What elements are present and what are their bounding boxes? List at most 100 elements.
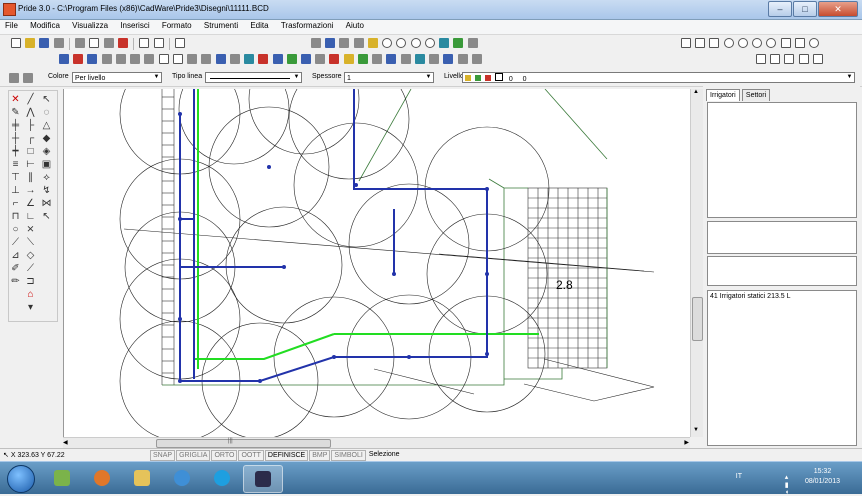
circle3-icon[interactable] — [752, 38, 763, 48]
open-folder-icon[interactable] — [25, 38, 36, 48]
join-icon[interactable]: ⊓ — [10, 211, 21, 222]
delete-icon[interactable]: ✕ — [10, 94, 21, 105]
pipe-icon[interactable] — [187, 54, 198, 64]
erase-icon[interactable]: ✎ — [10, 107, 21, 118]
scroll-left-icon[interactable]: ◀ — [63, 439, 68, 446]
taskbar-app-explorer[interactable] — [123, 465, 161, 491]
drawing-canvas[interactable]: 2.8 — [63, 89, 691, 437]
menu-edita[interactable]: Edita — [245, 20, 273, 31]
horizontal-scroll-thumb[interactable] — [156, 439, 331, 448]
pen-icon[interactable] — [367, 38, 378, 48]
triangle-icon[interactable]: △ — [41, 120, 52, 131]
taskbar-app-pride[interactable] — [243, 465, 283, 493]
thickness-select[interactable]: 1 ▼ — [344, 72, 434, 83]
clock[interactable]: 15:32 08/01/2013 — [805, 467, 840, 487]
extend-icon[interactable]: ┿ — [10, 146, 21, 157]
menu-inserisci[interactable]: Inserisci — [115, 20, 154, 31]
save-icon[interactable] — [39, 38, 50, 48]
zoom-in-icon[interactable] — [382, 38, 393, 48]
parallel-icon[interactable]: ∥ — [25, 172, 36, 183]
properties-box[interactable] — [707, 221, 857, 254]
flag-bmp[interactable]: BMP — [309, 450, 331, 461]
menu-aiuto[interactable]: Aiuto — [341, 20, 369, 31]
diag-icon[interactable]: ⟋ — [10, 237, 21, 248]
hydrant-icon[interactable] — [315, 54, 326, 64]
stop-icon[interactable] — [329, 54, 340, 64]
arrow-line-icon[interactable]: → — [25, 185, 36, 196]
circle5-icon[interactable] — [809, 38, 820, 48]
print-icon[interactable] — [75, 38, 86, 48]
corner-icon[interactable]: ┌ — [25, 133, 36, 144]
options-icon[interactable] — [467, 38, 478, 48]
scroll-up-icon[interactable]: ▲ — [693, 89, 699, 95]
pointer-icon[interactable] — [175, 38, 186, 48]
zoom-prev-icon[interactable] — [410, 38, 421, 48]
select-icon[interactable]: ↖ — [41, 211, 52, 222]
layer-icon[interactable] — [325, 38, 336, 48]
print-preview-icon[interactable] — [89, 38, 100, 48]
taskbar-app-media[interactable] — [43, 465, 81, 491]
menu-modifica[interactable]: Modifica — [25, 20, 65, 31]
circle2-icon[interactable] — [737, 38, 748, 48]
tree-icon[interactable] — [357, 54, 368, 64]
angle2-icon[interactable]: ∟ — [25, 211, 36, 222]
vertical-scrollbar[interactable]: ▲ ▼ — [690, 89, 703, 437]
cad-drawing[interactable]: 2.8 — [64, 89, 691, 437]
redo-icon[interactable] — [153, 38, 164, 48]
circle-icon[interactable] — [723, 38, 734, 48]
pan-icon[interactable] — [439, 38, 450, 48]
measure2-icon[interactable]: ◇ — [25, 250, 36, 261]
measure-icon[interactable]: ⊿ — [10, 250, 21, 261]
details-box[interactable] — [707, 256, 857, 286]
flag-snap[interactable]: SNAP — [150, 450, 176, 461]
minimize-button[interactable]: – — [768, 1, 792, 17]
flag-red-icon[interactable] — [73, 54, 84, 64]
list2-icon[interactable] — [471, 54, 482, 64]
arc3-icon[interactable] — [709, 38, 720, 48]
cross-icon[interactable]: ╪ — [10, 120, 21, 131]
arc-icon[interactable] — [681, 38, 691, 48]
sketch-icon[interactable]: ✐ — [10, 263, 21, 274]
zoom-extents-icon[interactable] — [353, 38, 364, 48]
flag-blue-icon[interactable] — [59, 54, 69, 64]
zoom-window-icon[interactable] — [339, 38, 350, 48]
arrow-icon[interactable]: ↖ — [41, 94, 52, 105]
flag-definisce[interactable]: DEFINISCE — [264, 450, 309, 461]
valve-icon[interactable] — [158, 54, 169, 64]
calc-icon[interactable] — [258, 54, 269, 64]
sprinkler2-icon[interactable] — [115, 54, 126, 64]
tab-settori[interactable]: Settori — [741, 89, 771, 101]
language-indicator[interactable]: IT — [736, 473, 742, 480]
close-button[interactable]: ✕ — [818, 1, 858, 17]
taskbar-app-skype[interactable] — [203, 465, 241, 491]
hatch-icon[interactable] — [400, 54, 411, 64]
scroll-down-icon[interactable]: ▼ — [693, 427, 699, 433]
new-file-icon[interactable] — [11, 38, 21, 48]
save-as-icon[interactable] — [53, 38, 64, 48]
polygon-icon[interactable] — [784, 54, 795, 64]
flag-orto[interactable]: ORTO — [211, 450, 238, 461]
grass-icon[interactable] — [286, 54, 297, 64]
wave-icon[interactable] — [812, 54, 823, 64]
move-icon[interactable]: ◆ — [41, 133, 52, 144]
undo-icon[interactable] — [139, 38, 150, 48]
break-icon[interactable]: ⊥ — [10, 185, 21, 196]
sprinkler3-icon[interactable] — [130, 54, 141, 64]
layer-props-icon[interactable] — [9, 73, 19, 83]
taskbar-app-player[interactable] — [83, 465, 121, 491]
mirror-icon[interactable]: ⋈ — [41, 198, 52, 209]
ellipse-icon[interactable] — [780, 38, 791, 48]
copy-icon[interactable] — [103, 38, 114, 48]
polyline-icon[interactable] — [756, 54, 766, 64]
menu-formato[interactable]: Formato — [157, 20, 197, 31]
calc2-icon[interactable] — [272, 54, 283, 64]
report-icon[interactable] — [244, 54, 255, 64]
zoom-all-icon[interactable] — [424, 38, 435, 48]
view-icon[interactable] — [311, 38, 321, 48]
vertical-scroll-thumb[interactable] — [692, 297, 703, 341]
arc2-icon[interactable] — [695, 38, 706, 48]
chamfer-icon[interactable]: ⌐ — [10, 198, 21, 209]
trim-icon[interactable]: ┼ — [10, 133, 21, 144]
rectangle-icon[interactable]: □ — [25, 146, 36, 157]
x-icon[interactable]: ⨯ — [25, 224, 36, 235]
